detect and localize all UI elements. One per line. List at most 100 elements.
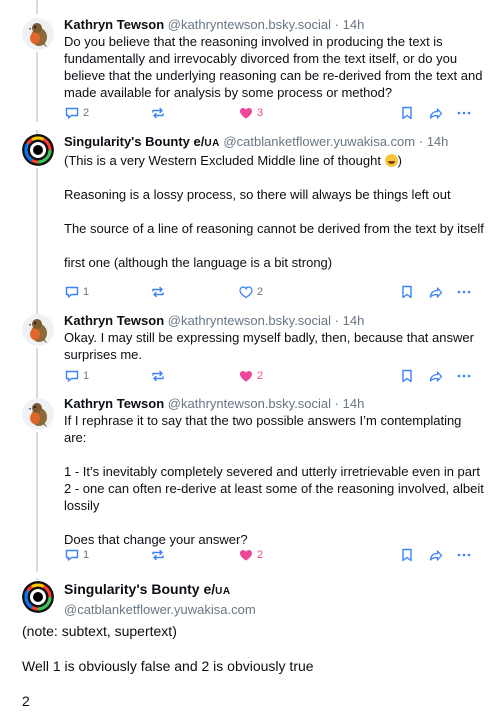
post-time[interactable]: 14h bbox=[343, 313, 365, 328]
reply-button[interactable]: 1 bbox=[64, 367, 89, 385]
avatar-kathryn[interactable] bbox=[22, 314, 54, 346]
heart-icon bbox=[238, 105, 254, 121]
author-handle[interactable]: @catblanketflower.yuwakisa.com bbox=[64, 601, 256, 618]
like-button[interactable]: 2 bbox=[238, 283, 263, 301]
bookmark-icon bbox=[399, 368, 415, 384]
post-actions: 1 2 bbox=[64, 283, 477, 301]
thread-line bbox=[36, 348, 38, 394]
bookmark-button[interactable] bbox=[399, 283, 415, 301]
like-count: 2 bbox=[257, 549, 264, 561]
share-button[interactable] bbox=[428, 546, 444, 564]
post-paragraph: 2 bbox=[22, 693, 30, 709]
thread-line bbox=[36, 168, 38, 314]
reply-count: 2 bbox=[83, 107, 90, 119]
post-header: Kathryn Tewson @kathryntewson.bsky.socia… bbox=[64, 312, 485, 329]
post-time[interactable]: 14h bbox=[343, 17, 365, 32]
repost-icon bbox=[150, 284, 166, 300]
bookmark-button[interactable] bbox=[399, 546, 415, 564]
more-icon bbox=[456, 368, 472, 384]
more-icon bbox=[456, 105, 472, 121]
repost-icon bbox=[150, 547, 166, 563]
repost-button[interactable] bbox=[150, 104, 166, 122]
heart-outline-icon bbox=[238, 284, 254, 300]
post-paragraph: 1 - It’s inevitably completely severed a… bbox=[64, 464, 480, 479]
avatar-kathryn[interactable] bbox=[22, 398, 54, 430]
reply-count: 1 bbox=[83, 549, 90, 561]
thread-line bbox=[36, 0, 38, 14]
reply-icon bbox=[64, 284, 80, 300]
post-paragraph: The source of a line of reasoning cannot… bbox=[64, 221, 484, 236]
author-name[interactable]: Kathryn Tewson bbox=[64, 313, 164, 328]
post-paragraph: (note: subtext, supertext) bbox=[22, 623, 177, 639]
post-paragraph: first one (although the language is a bi… bbox=[64, 255, 333, 270]
separator: · bbox=[334, 313, 340, 328]
post-text: Do you believe that the reasoning involv… bbox=[64, 33, 485, 101]
author-name-suffix: UA bbox=[215, 586, 231, 597]
author-handle[interactable]: @kathryntewson.bsky.social bbox=[168, 313, 331, 328]
post-paragraph bbox=[22, 640, 485, 657]
like-count: 3 bbox=[257, 107, 264, 119]
share-icon bbox=[428, 105, 444, 121]
like-button[interactable]: 2 bbox=[238, 546, 263, 564]
share-button[interactable] bbox=[428, 283, 444, 301]
share-button[interactable] bbox=[428, 367, 444, 385]
post-text: (This is a very Western Excluded Middle … bbox=[64, 152, 485, 271]
post-text: If I rephrase it to say that the two pos… bbox=[64, 412, 485, 548]
bookmark-icon bbox=[399, 105, 415, 121]
bookmark-button[interactable] bbox=[399, 104, 415, 122]
post-time[interactable]: 14h bbox=[343, 396, 365, 411]
post-time[interactable]: 14h bbox=[427, 134, 449, 149]
author-name[interactable]: Kathryn Tewson bbox=[64, 17, 164, 32]
reply-button[interactable]: 2 bbox=[64, 104, 89, 122]
post-paragraph bbox=[64, 446, 485, 463]
more-button[interactable] bbox=[456, 367, 472, 385]
author-name[interactable]: Singularity's Bounty e/UA bbox=[64, 580, 256, 601]
repost-button[interactable] bbox=[150, 283, 166, 301]
like-button[interactable]: 3 bbox=[238, 104, 263, 122]
post-actions: 1 2 bbox=[64, 546, 477, 564]
bookmark-icon bbox=[399, 547, 415, 563]
author-handle[interactable]: @kathryntewson.bsky.social bbox=[168, 17, 331, 32]
author-name-suffix: UA bbox=[204, 138, 220, 149]
repost-button[interactable] bbox=[150, 546, 166, 564]
reply-button[interactable]: 1 bbox=[64, 546, 89, 564]
like-button[interactable]: 2 bbox=[238, 367, 263, 385]
post-header: Singularity's Bounty e/UA @catblanketflo… bbox=[64, 133, 485, 152]
post-paragraph bbox=[64, 203, 485, 220]
post-paragraph bbox=[64, 514, 485, 531]
reply-icon bbox=[64, 547, 80, 563]
reply-count: 1 bbox=[83, 370, 90, 382]
more-button[interactable] bbox=[456, 546, 472, 564]
more-icon bbox=[456, 547, 472, 563]
share-icon bbox=[428, 368, 444, 384]
share-button[interactable] bbox=[428, 104, 444, 122]
avatar-singularity[interactable] bbox=[22, 581, 54, 613]
separator: · bbox=[334, 17, 340, 32]
avatar-singularity[interactable] bbox=[22, 134, 54, 166]
post-paragraph: Reasoning is a lossy process, so there w… bbox=[64, 187, 451, 202]
post-paragraph bbox=[64, 237, 485, 254]
avatar-kathryn[interactable] bbox=[22, 18, 54, 50]
post-paragraph: (This is a very Western Excluded Middle … bbox=[64, 153, 402, 168]
repost-button[interactable] bbox=[150, 367, 166, 385]
bookmark-button[interactable] bbox=[399, 367, 415, 385]
share-icon bbox=[428, 284, 444, 300]
author-handle[interactable]: @catblanketflower.yuwakisa.com bbox=[223, 134, 415, 149]
more-button[interactable] bbox=[456, 283, 472, 301]
post-paragraph: If I rephrase it to say that the two pos… bbox=[64, 413, 462, 445]
more-icon bbox=[456, 284, 472, 300]
reply-icon bbox=[64, 368, 80, 384]
separator: · bbox=[334, 396, 340, 411]
author-handle[interactable]: @kathryntewson.bsky.social bbox=[168, 396, 331, 411]
rofl-emoji-icon bbox=[384, 154, 398, 167]
reply-button[interactable]: 1 bbox=[64, 283, 89, 301]
separator: · bbox=[418, 134, 424, 149]
post-paragraph: Do you believe that the reasoning involv… bbox=[64, 34, 483, 100]
post-text: Okay. I may still be expressing myself b… bbox=[64, 329, 485, 363]
like-count: 2 bbox=[257, 286, 264, 298]
author-name[interactable]: Singularity's Bounty e/UA bbox=[64, 134, 220, 149]
more-button[interactable] bbox=[456, 104, 472, 122]
post-actions: 1 2 bbox=[64, 367, 477, 385]
post-actions: 2 3 bbox=[64, 104, 477, 122]
author-name[interactable]: Kathryn Tewson bbox=[64, 396, 164, 411]
